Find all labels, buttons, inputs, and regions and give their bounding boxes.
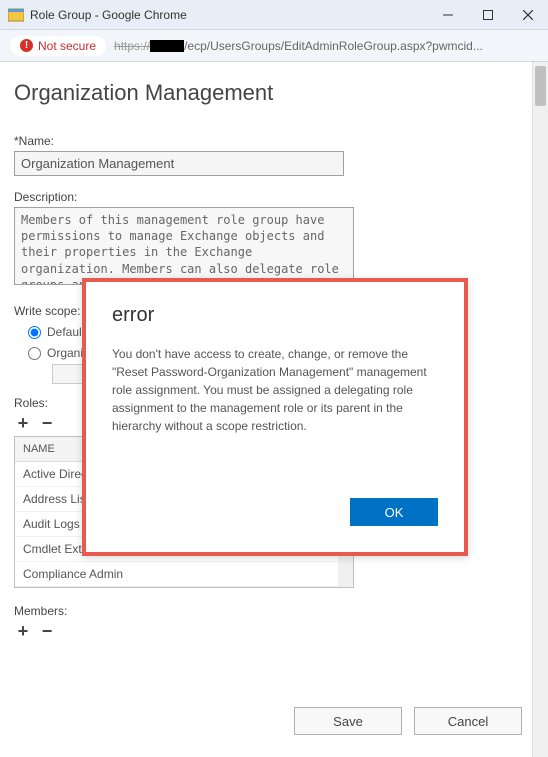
add-member-icon[interactable]: + [14,622,32,640]
security-label: Not secure [38,39,96,53]
url-text[interactable]: https:///ecp/UsersGroups/EditAdminRoleGr… [114,39,538,53]
error-dialog: error You don't have access to create, c… [82,278,468,556]
window-title: Role Group - Google Chrome [30,8,428,22]
remove-member-icon[interactable]: − [38,622,56,640]
description-label: Description: [14,190,518,204]
warning-icon: ! [20,39,33,52]
scope-default-radio[interactable] [28,326,41,339]
add-role-icon[interactable]: + [14,414,32,432]
scope-default-label: Default [47,325,85,339]
redacted-host [150,40,184,52]
page-scrollbar[interactable] [532,62,548,757]
cancel-button[interactable]: Cancel [414,707,522,735]
ok-button[interactable]: OK [350,498,438,526]
members-label: Members: [14,604,518,618]
error-title: error [112,304,438,327]
error-message: You don't have access to create, change,… [112,345,438,435]
maximize-button[interactable] [468,0,508,30]
close-button[interactable] [508,0,548,30]
app-icon [8,7,24,23]
scope-org-radio[interactable] [28,347,41,360]
titlebar: Role Group - Google Chrome [0,0,548,30]
remove-role-icon[interactable]: − [38,414,56,432]
list-item[interactable]: Compliance Admin [15,562,353,587]
save-button[interactable]: Save [294,707,402,735]
address-bar: ! Not secure https:///ecp/UsersGroups/Ed… [0,30,548,62]
name-label: Name: [14,134,518,148]
footer-buttons: Save Cancel [294,707,522,735]
description-input[interactable]: Members of this management role group ha… [14,207,354,285]
name-input[interactable] [14,151,344,176]
security-chip[interactable]: ! Not secure [10,36,106,56]
members-toolbar: + − [14,622,518,640]
minimize-button[interactable] [428,0,468,30]
browser-window: Role Group - Google Chrome ! Not secure … [0,0,548,757]
page-heading: Organization Management [14,80,518,106]
page-scroll-thumb[interactable] [535,66,546,106]
